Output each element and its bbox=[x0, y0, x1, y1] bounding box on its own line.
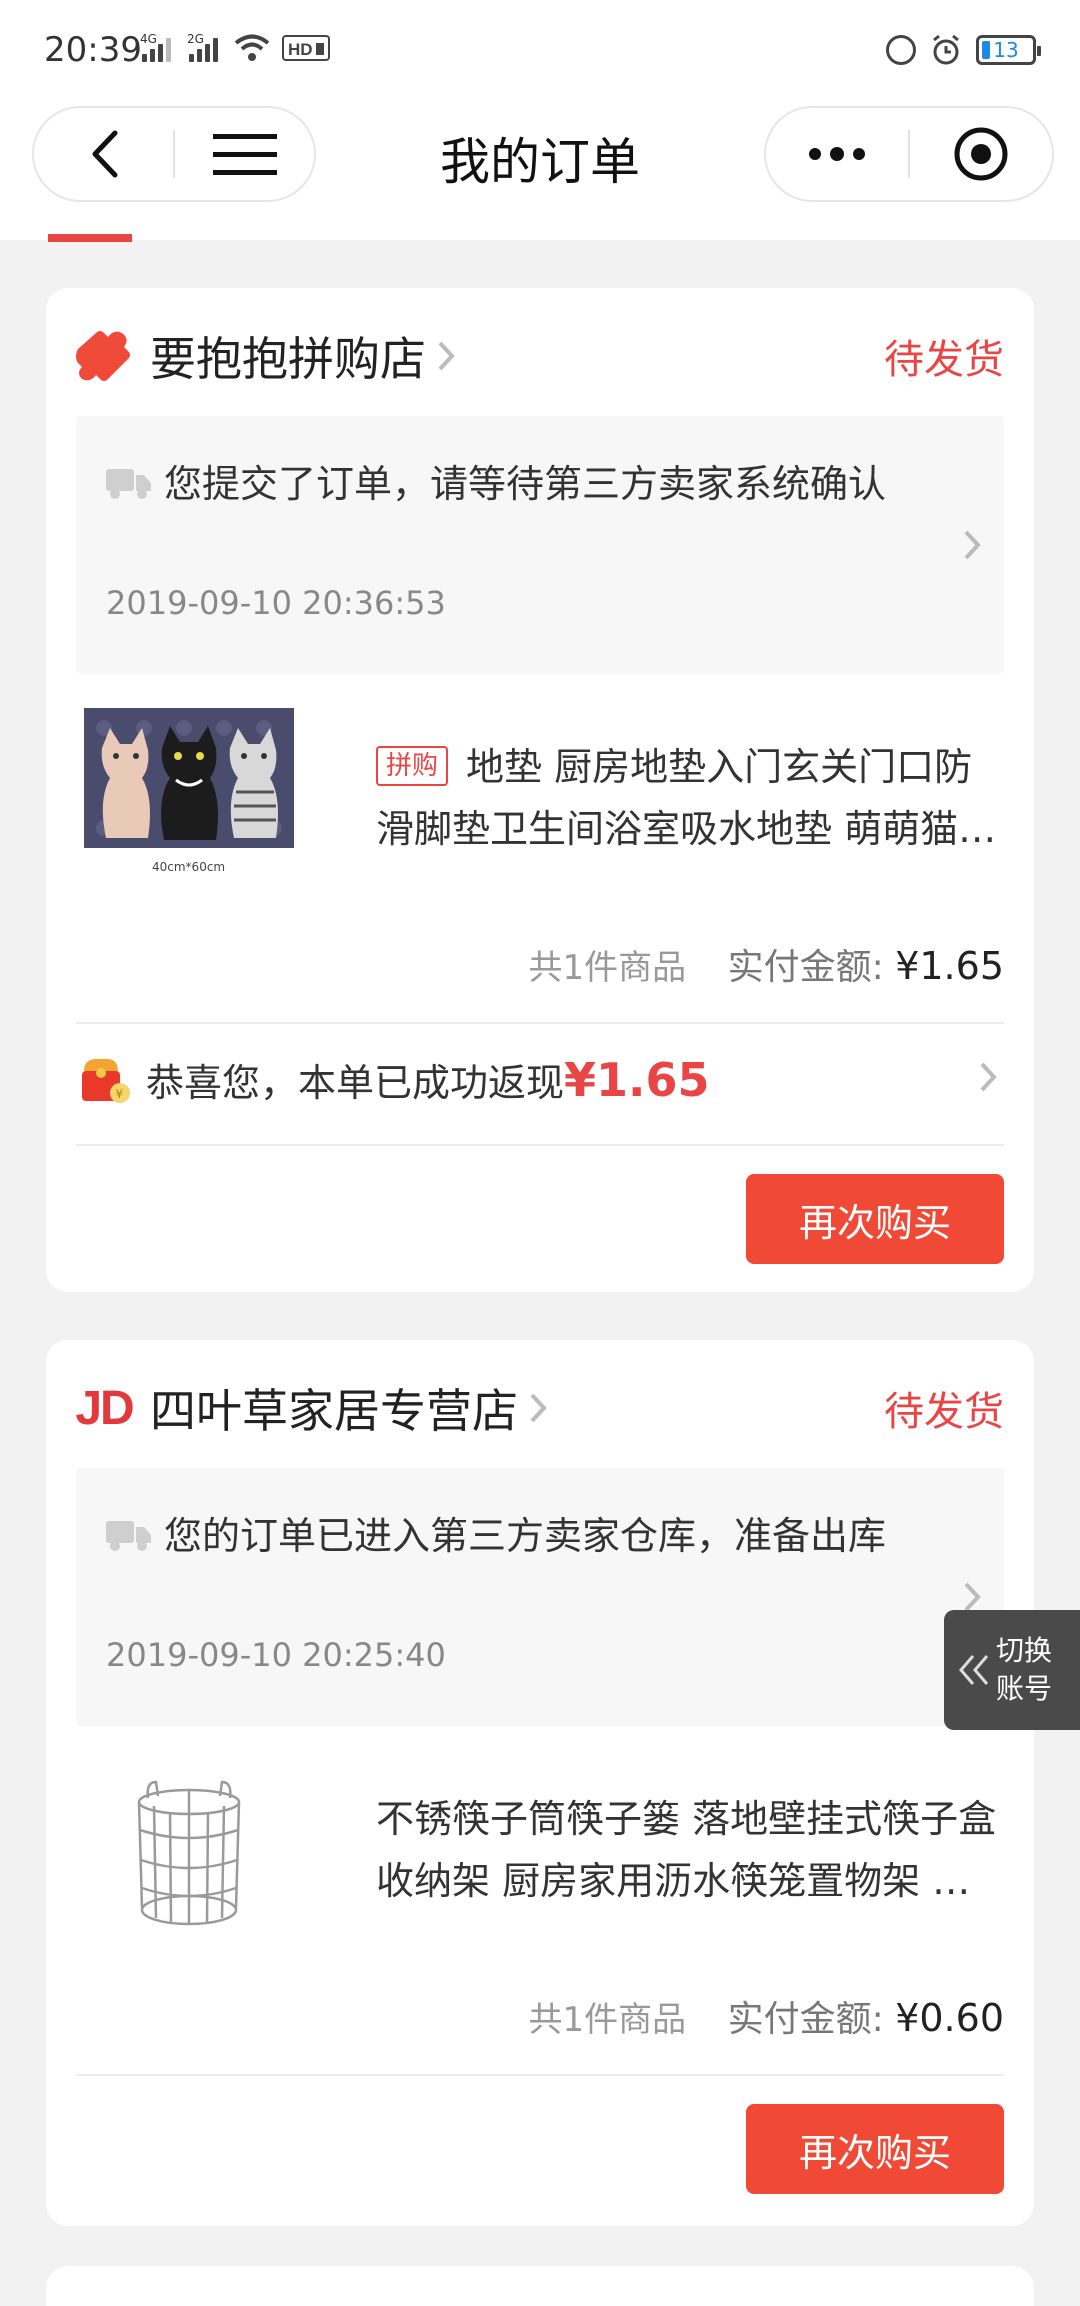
truck-icon bbox=[106, 469, 151, 499]
paid-amount: ¥0.60 bbox=[895, 1996, 1004, 2040]
chevron-right-icon bbox=[962, 528, 982, 566]
puzzle-store-icon bbox=[74, 326, 134, 386]
item-count: 共1件商品 bbox=[528, 948, 687, 988]
svg-text:HD: HD bbox=[288, 40, 313, 59]
buy-again-button[interactable]: 再次购买 bbox=[746, 2104, 1004, 2194]
product-thumbnail-cat-mat: 40cm*60cm bbox=[84, 708, 294, 898]
divider bbox=[76, 2074, 1004, 2076]
order-summary: 共1件商品 实付金额: ¥0.60 bbox=[529, 1990, 1004, 2042]
status-right: 13 bbox=[886, 34, 1041, 66]
signal-4g-icon: 4G bbox=[140, 32, 171, 62]
signal-2g-icon: 2G bbox=[187, 32, 218, 62]
product-title: 拼购 地垫 厨房地垫入门玄关门口防滑脚垫卫生间浴室吸水地垫 萌萌猫… bbox=[376, 745, 997, 851]
cashback-amount: ¥1.65 bbox=[564, 1052, 710, 1107]
order-status: 待发货 bbox=[884, 1389, 1004, 1435]
order-status: 待发货 bbox=[884, 337, 1004, 383]
hd-icon: HD bbox=[282, 35, 330, 61]
battery-icon: 13 bbox=[976, 35, 1041, 65]
paid-label: 实付金额: bbox=[727, 947, 884, 988]
paid-amount: ¥1.65 bbox=[895, 944, 1004, 988]
more-button[interactable] bbox=[766, 108, 908, 200]
store-header[interactable]: JD 四叶草家居专营店 待发货 bbox=[74, 1376, 1004, 1440]
store-name[interactable]: 四叶草家居专营店 bbox=[150, 1375, 518, 1441]
switch-account-button[interactable]: 切换 账号 bbox=[944, 1610, 1080, 1730]
logistics-text: 您的订单已进入第三方卖家仓库，准备出库 bbox=[106, 1504, 906, 1568]
wifi-icon bbox=[234, 34, 270, 61]
chevron-right-icon bbox=[436, 339, 456, 373]
logistics-time: 2019-09-10 20:36:53 bbox=[106, 584, 446, 622]
logistics-box[interactable]: 您的订单已进入第三方卖家仓库，准备出库 2019-09-10 20:25:40 bbox=[76, 1468, 1004, 1726]
thumb-caption: 40cm*60cm bbox=[152, 860, 226, 874]
order-card[interactable]: 要抱抱拼购店 待发货 您提交了订单，请等待第三方卖家系统确认 2019-09-1… bbox=[46, 288, 1034, 1292]
status-bar: 20:39 4G 2G HD 13 bbox=[0, 0, 1080, 96]
tab-indicator bbox=[48, 234, 132, 242]
chevron-right-icon bbox=[528, 1391, 548, 1425]
target-circle-icon bbox=[954, 127, 1008, 181]
product-title: 不锈筷子筒筷子篓 落地壁挂式筷子盒收纳架 厨房家用沥水筷笼置物架 … bbox=[376, 1797, 997, 1903]
cashback-row[interactable]: ¥ 恭喜您，本单已成功返现¥1.65 bbox=[76, 1024, 1004, 1134]
status-time: 20:39 bbox=[44, 30, 142, 70]
cashback-text: 恭喜您，本单已成功返现¥1.65 bbox=[146, 1052, 710, 1107]
svg-text:¥: ¥ bbox=[116, 1087, 124, 1101]
order-summary: 共1件商品 实付金额: ¥1.65 bbox=[529, 938, 1004, 990]
more-dots-icon bbox=[809, 147, 865, 161]
next-order-card-peek bbox=[46, 2266, 1034, 2306]
close-miniprogram-button[interactable] bbox=[910, 108, 1052, 200]
paid-label: 实付金额: bbox=[727, 1999, 884, 2040]
nav-bar: 我的订单 bbox=[0, 96, 1080, 242]
product-item[interactable]: 40cm*60cm 拼购 地垫 厨房地垫入门玄关门口防滑脚垫卫生间浴室吸水地垫 萌… bbox=[76, 698, 1004, 908]
switch-account-label: 切换 账号 bbox=[996, 1634, 1053, 1705]
item-count: 共1件商品 bbox=[528, 2000, 687, 2040]
jd-logo-icon: JD bbox=[75, 1381, 134, 1435]
red-envelope-icon: ¥ bbox=[82, 1058, 130, 1103]
truck-icon bbox=[106, 1521, 151, 1551]
buy-again-button[interactable]: 再次购买 bbox=[746, 1174, 1004, 1264]
signal-indicators: 4G 2G HD bbox=[140, 32, 330, 62]
store-name[interactable]: 要抱抱拼购店 bbox=[150, 323, 426, 389]
group-buy-badge: 拼购 bbox=[376, 746, 449, 786]
logistics-text: 您提交了订单，请等待第三方卖家系统确认 bbox=[106, 452, 906, 516]
product-thumbnail-chopstick-holder bbox=[84, 1760, 294, 1950]
logistics-box[interactable]: 您提交了订单，请等待第三方卖家系统确认 2019-09-10 20:36:53 bbox=[76, 416, 1004, 674]
logistics-time: 2019-09-10 20:25:40 bbox=[106, 1636, 446, 1674]
alarm-icon bbox=[933, 34, 959, 65]
lock-rotation-icon bbox=[886, 35, 916, 65]
product-item[interactable]: 不锈筷子筒筷子篓 落地壁挂式筷子盒收纳架 厨房家用沥水筷笼置物架 … bbox=[76, 1750, 1004, 1960]
store-header[interactable]: 要抱抱拼购店 待发货 bbox=[74, 324, 1004, 388]
double-chevron-left-icon bbox=[952, 1652, 996, 1688]
chevron-right-icon bbox=[978, 1060, 998, 1098]
order-card[interactable]: JD 四叶草家居专营店 待发货 您的订单已进入第三方卖家仓库，准备出库 2019… bbox=[46, 1340, 1034, 2226]
nav-right-capsule bbox=[764, 106, 1054, 202]
divider bbox=[76, 1144, 1004, 1146]
